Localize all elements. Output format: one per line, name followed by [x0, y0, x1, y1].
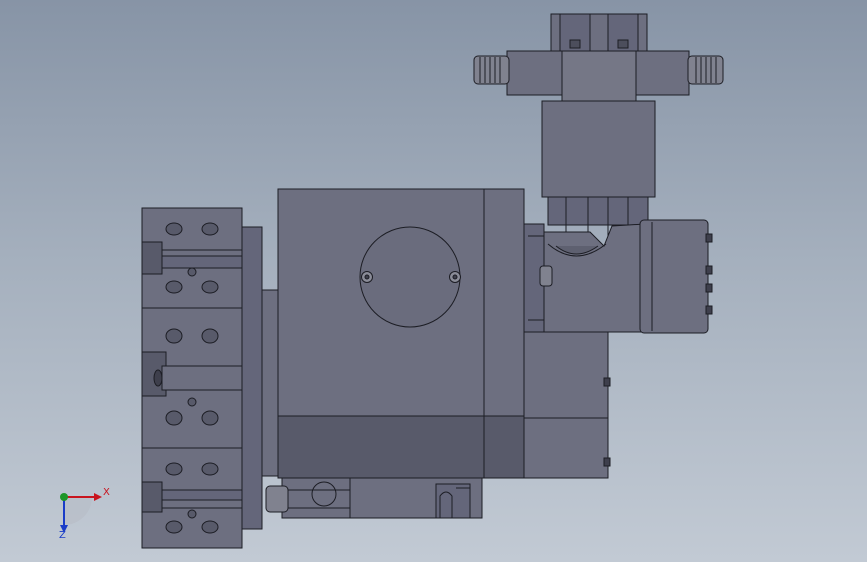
left-manifold [141, 207, 243, 549]
right-side-block [523, 329, 611, 479]
cad-graphics-viewport[interactable]: X Z [0, 0, 867, 562]
main-body [277, 188, 525, 479]
neck-flange [241, 226, 279, 530]
orientation-triad [60, 493, 102, 533]
motor [639, 219, 713, 334]
z-axis-label: Z [59, 530, 66, 541]
solenoid-valve [473, 13, 724, 102]
cad-model-view [60, 13, 724, 549]
x-axis-label: X [103, 487, 110, 498]
pump-housing [523, 223, 646, 333]
bottom-fitting [265, 477, 483, 519]
